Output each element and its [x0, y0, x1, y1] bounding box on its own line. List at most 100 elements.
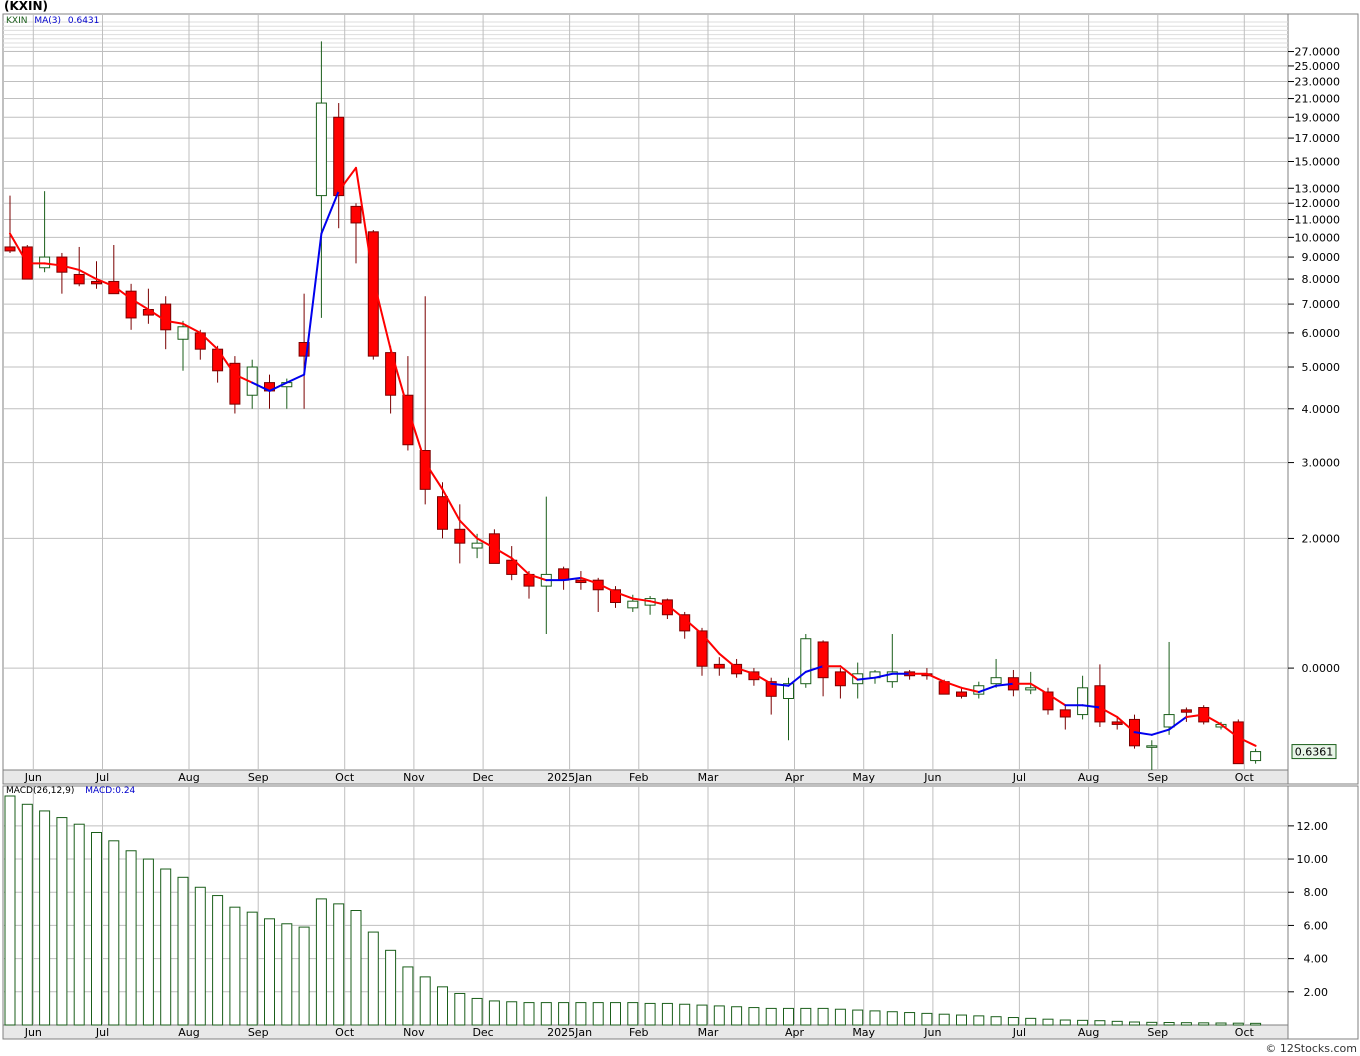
price-x-tick-label: Jun: [923, 771, 941, 784]
macd-x-tick-label: Sep: [1147, 1026, 1168, 1039]
macd-bar: [696, 1004, 708, 1026]
macd-x-tick-label: Oct: [335, 1026, 355, 1039]
candle-body: [1232, 721, 1244, 765]
price-tick-label: 23.0000: [1295, 76, 1341, 89]
macd-bar: [731, 1006, 743, 1026]
macd-bar: [1094, 1020, 1106, 1026]
price-tick-label: 15.0000: [1295, 155, 1341, 168]
macd-bar: [1025, 1017, 1037, 1026]
candle-body: [713, 663, 725, 669]
price-x-tick-label: 2025Jan: [547, 771, 592, 784]
price-x-tick-label: Aug: [1078, 771, 1099, 784]
macd-bar: [298, 926, 310, 1026]
candle-body: [575, 579, 587, 584]
candle-body: [1094, 685, 1106, 723]
macd-bar: [765, 1007, 777, 1026]
macd-bar: [437, 986, 448, 1026]
macd-tick-label: 12.00: [1297, 820, 1329, 833]
macd-bar: [990, 1016, 1002, 1026]
macd-bar: [834, 1008, 846, 1026]
candle-body: [1180, 709, 1192, 713]
candle-body: [696, 630, 708, 667]
macd-bar: [367, 931, 379, 1026]
price-tick-label: 19.0000: [1295, 111, 1341, 124]
macd-bar: [1129, 1021, 1140, 1026]
macd-bar: [385, 949, 397, 1026]
candle-body: [350, 205, 362, 224]
macd-bar: [125, 850, 137, 1026]
macd-x-tick-label: Jul: [95, 1026, 109, 1039]
macd-bar: [523, 1002, 535, 1026]
price-x-tick-label: Sep: [248, 771, 269, 784]
macd-bar: [644, 1002, 656, 1026]
macd-x-tick-label: Aug: [1078, 1026, 1099, 1039]
price-tick-label: 0.0000: [1302, 662, 1341, 675]
candle-body: [1163, 714, 1175, 728]
macd-legend-label: MACD(26,12,9): [6, 786, 75, 796]
symbol-legend: KXIN: [6, 16, 28, 26]
macd-bar: [350, 910, 362, 1026]
macd-bar: [264, 918, 275, 1026]
candle-body: [1250, 751, 1262, 762]
price-tick-label: 17.0000: [1295, 132, 1341, 145]
candle-body: [454, 528, 466, 544]
macd-bar: [454, 992, 466, 1026]
macd-x-tick-label: May: [852, 1026, 875, 1039]
stock-chart: 27.000025.0000 23.0000 21.0000 19.0000 17.00…: [2, 13, 1359, 1040]
macd-bar: [229, 906, 241, 1026]
candle-body: [91, 280, 102, 285]
macd-x-tick-label: Jun: [24, 1026, 42, 1039]
candle-body: [73, 273, 85, 285]
macd-bar: [1198, 1022, 1210, 1026]
macd-x-tick-label: Sep: [248, 1026, 269, 1039]
price-x-tick-label: Jun: [24, 771, 42, 784]
price-x-tick-label: Oct: [335, 771, 355, 784]
credit-text: © 12Stocks.com: [1265, 1042, 1357, 1055]
price-tick-label: 6.0000: [1302, 327, 1341, 340]
price-x-tick-label: Jul: [1012, 771, 1026, 784]
price-tick-label: 3.0000: [1302, 457, 1341, 470]
macd-tick-label: 4.00: [1304, 953, 1329, 966]
macd-bar: [402, 966, 414, 1026]
macd-bar: [1111, 1020, 1123, 1026]
candle-body: [4, 246, 16, 252]
macd-tick-label: 10.00: [1297, 853, 1329, 866]
macd-bar: [713, 1005, 725, 1026]
macd-x-tick-label: Oct: [1235, 1026, 1255, 1039]
candle-body: [817, 641, 829, 679]
candle-body: [990, 677, 1002, 685]
macd-bar: [108, 840, 120, 1026]
candle-body: [558, 568, 570, 581]
candle-body: [1025, 687, 1037, 691]
price-tick-label: 13.0000: [1295, 182, 1341, 195]
price-x-tick-label: Dec: [472, 771, 493, 784]
macd-x-tick-label: Feb: [629, 1026, 648, 1039]
price-panel: [2, 13, 1289, 771]
macd-bar: [1163, 1022, 1175, 1026]
macd-bar: [1042, 1018, 1054, 1026]
macd-bar: [783, 1007, 794, 1026]
macd-bar: [817, 1007, 829, 1026]
macd-bar: [1232, 1022, 1244, 1026]
candle-body: [1077, 687, 1089, 716]
candle-body: [834, 671, 846, 687]
macd-bar: [506, 1001, 518, 1026]
candle-body: [333, 116, 345, 197]
macd-x-tick-label: Mar: [698, 1026, 719, 1039]
macd-bar: [246, 911, 258, 1026]
price-x-tick-label: May: [852, 771, 875, 784]
macd-bar: [1059, 1019, 1071, 1026]
macd-bar: [558, 1002, 570, 1026]
candle-body: [315, 102, 327, 197]
candle-body: [471, 542, 483, 549]
macd-bar: [1215, 1022, 1227, 1026]
price-x-tick-label: Oct: [1235, 771, 1255, 784]
candle-body: [627, 600, 639, 609]
price-x-tick-label: Nov: [403, 771, 425, 784]
price-tick-label: 7.0000: [1302, 298, 1341, 311]
price-x-tick-label: Jul: [95, 771, 109, 784]
price-tick-label: 2.0000: [1302, 532, 1341, 545]
macd-bar: [679, 1003, 691, 1026]
macd-bar: [177, 876, 189, 1026]
macd-bar: [956, 1014, 967, 1026]
